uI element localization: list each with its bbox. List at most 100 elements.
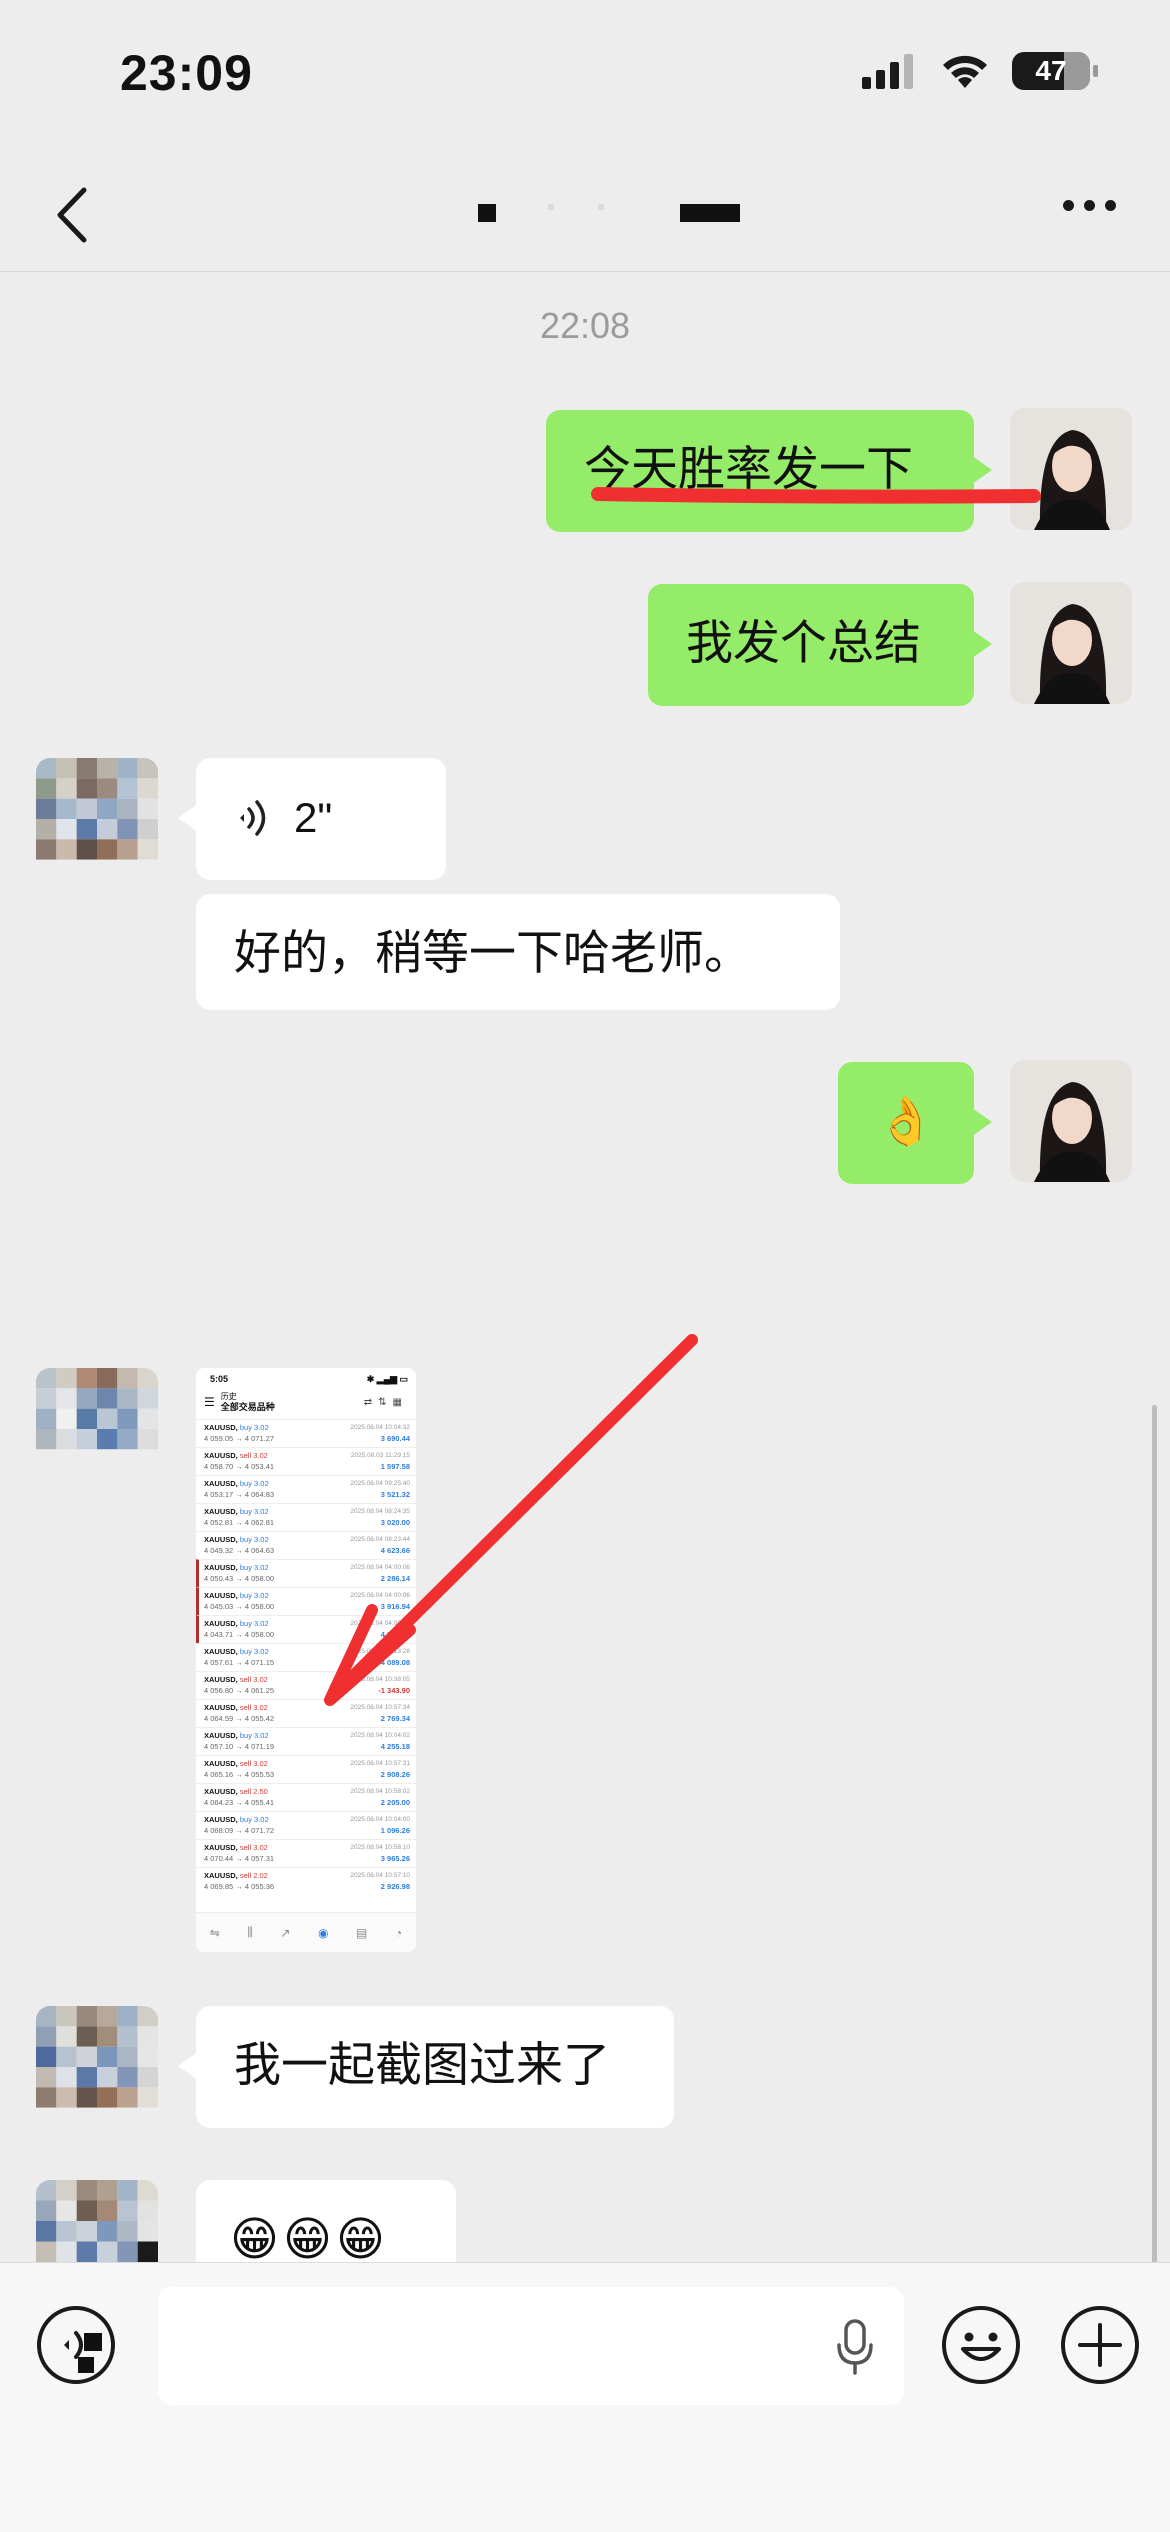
trade-date: 2025.08.04 04:00:06 <box>350 1620 410 1627</box>
message-input-bar <box>0 2262 1170 2532</box>
trade-side: sell 2.50 <box>239 1787 268 1796</box>
trade-profit: 4 315.58 <box>380 1630 410 1639</box>
trade-profit: -1 343.90 <box>378 1686 410 1695</box>
trade-date: 2025.08.04 04:00:06 <box>350 1592 410 1599</box>
trade-symbol: XAUUSD, <box>204 1479 238 1488</box>
contact-avatar[interactable] <box>36 758 158 880</box>
trade-profit: 3 916.94 <box>380 1602 410 1611</box>
trade-symbol: XAUUSD, <box>204 1675 238 1684</box>
trade-profit: 2 286.14 <box>380 1574 410 1583</box>
trade-profit: 2 908.26 <box>380 1770 410 1779</box>
trade-symbol: XAUUSD, <box>204 1871 238 1880</box>
trade-row: XAUUSD, buy 3.02 4 059.05 → 4 071.27 2025.… <box>196 1419 416 1447</box>
trade-symbol: XAUUSD, <box>204 1759 238 1768</box>
trade-date: 2025.08.04 08:23:44 <box>350 1536 410 1543</box>
trade-prices: 4 059.05 → 4 071.27 <box>204 1434 275 1443</box>
incoming-message[interactable]: 好的，稍等一下哈老师。 <box>196 894 840 1010</box>
my-avatar[interactable] <box>1010 582 1132 704</box>
trade-date: 2025.08.04 10:58:02 <box>350 1788 410 1795</box>
trade-symbol: XAUUSD, <box>204 1591 238 1600</box>
incoming-message[interactable]: 😁😁😁 <box>196 2180 456 2262</box>
trade-profit: 2 205.00 <box>380 1798 410 1807</box>
chat-nav-bar <box>0 160 1170 272</box>
incoming-message-clip: 😁😁😁 <box>196 2180 456 2262</box>
news-tab-icon: ▤ <box>356 1925 368 1940</box>
signal-icon <box>862 54 913 89</box>
trade-profit: 2 926.98 <box>380 1882 410 1891</box>
trade-date: 2025.08.04 10:04:02 <box>350 1732 410 1739</box>
trade-side: buy 3.02 <box>239 1423 269 1432</box>
trade-row: XAUUSD, buy 3.02 4 050.43 → 4 058.00 2025.… <box>196 1559 416 1587</box>
chat-timestamp: 22:08 <box>539 305 631 346</box>
trade-row: XAUUSD, sell 2.50 4 064.23 → 4 055.41 2025… <box>196 1783 416 1811</box>
trade-symbol: XAUUSD, <box>204 1843 238 1852</box>
trade-date: 2025.08.04 10:57:31 <box>350 1760 410 1767</box>
outgoing-message[interactable]: 今天胜率发一下 <box>546 410 992 532</box>
message-text: 好的，稍等一下哈老师。 <box>234 926 751 981</box>
battery-icon: 47 <box>1012 52 1098 90</box>
trade-side: buy 3.02 <box>239 1647 269 1656</box>
trade-date: 2025.08.04 10:58:10 <box>350 1844 410 1851</box>
trade-side: buy 3.02 <box>239 1479 269 1488</box>
trade-side: buy 3.02 <box>239 1507 269 1516</box>
trade-date: 2025.08.04 04:00:06 <box>350 1564 410 1571</box>
trade-side: sell 3.02 <box>239 1703 268 1712</box>
trade-date: 2025.08.04 08:24:35 <box>350 1508 410 1515</box>
status-icons: 47 <box>862 52 1098 90</box>
emoji-icon[interactable] <box>939 2303 1023 2387</box>
trade-row: XAUUSD, buy 3.02 4 057.10 → 4 071.19 2025.… <box>196 1727 416 1755</box>
trade-tab-icon: ↗ <box>280 1925 291 1940</box>
trade-symbol: XAUUSD, <box>204 1647 238 1656</box>
contact-avatar[interactable] <box>36 2006 158 2128</box>
trade-prices: 4 045.03 → 4 058.00 <box>204 1602 275 1611</box>
scroll-indicator[interactable] <box>1152 1405 1157 2265</box>
trade-side: sell 3.02 <box>239 1759 268 1768</box>
voice-mode-icon[interactable] <box>34 2303 118 2387</box>
trade-symbol: XAUUSD, <box>204 1535 238 1544</box>
trade-date: 2025.08.04 10:13:28 <box>350 1648 410 1655</box>
history-tab-icon: ◉ <box>318 1925 329 1940</box>
trade-profit: 1 096.26 <box>380 1826 410 1835</box>
trade-symbol: XAUUSD, <box>204 1787 238 1796</box>
trade-row: XAUUSD, buy 3.02 4 057.61 → 4 071.15 2025.… <box>196 1643 416 1671</box>
trade-date: 2025.08.04 10:57:10 <box>350 1872 410 1879</box>
trade-symbol: XAUUSD, <box>204 1703 238 1712</box>
incoming-image-message[interactable]: 5:05 ✱ ▂▄▆ ▭ ☰ 历史 全部交易品种 ⇄⇅▦ XAUUSD, buy… <box>196 1368 416 1952</box>
microphone-icon[interactable] <box>834 2317 876 2377</box>
trade-profit: 3 521.32 <box>380 1490 410 1499</box>
trade-row: XAUUSD, buy 3.02 4 043.71 → 4 058.00 2025.… <box>196 1615 416 1643</box>
menu-icon: ☰ <box>204 1395 215 1409</box>
more-dots-icon[interactable] <box>1063 200 1116 211</box>
incoming-voice-message[interactable]: 2" <box>178 758 446 880</box>
trade-row: XAUUSD, buy 3.02 4 068.09 → 4 071.72 2025.… <box>196 1811 416 1839</box>
trade-prices: 4 070.44 → 4 057.31 <box>204 1854 275 1863</box>
trade-prices: 4 069.85 → 4 055.36 <box>204 1882 275 1891</box>
outgoing-message[interactable]: 👌 <box>838 1062 992 1184</box>
message-text-input[interactable] <box>158 2287 904 2405</box>
status-time: 23:09 <box>120 45 253 101</box>
trade-profit: 3 690.44 <box>380 1434 410 1443</box>
contact-avatar[interactable] <box>36 2180 158 2262</box>
trade-symbol: XAUUSD, <box>204 1423 238 1432</box>
my-avatar[interactable] <box>1010 1060 1132 1182</box>
trade-prices: 4 064.59 → 4 055.42 <box>204 1714 275 1723</box>
chevron-left-icon[interactable] <box>44 180 104 250</box>
contact-avatar[interactable] <box>36 1368 158 1490</box>
trade-date: 2025.08.04 10:04:00 <box>350 1816 410 1823</box>
trade-symbol: XAUUSD, <box>204 1731 238 1740</box>
outgoing-message[interactable]: 我发个总结 <box>648 584 992 706</box>
trade-row: XAUUSD, buy 3.02 4 052.81 → 4 062.81 2025.… <box>196 1503 416 1531</box>
voice-wave-icon <box>240 800 266 836</box>
trade-date: 2025.08.04 10:38:05 <box>350 1676 410 1683</box>
quotes-tab-icon: ⇋ <box>209 1925 220 1940</box>
redacted-chat-title <box>478 204 740 222</box>
incoming-message[interactable]: 我一起截图过来了 <box>178 2006 674 2128</box>
plus-circle-icon[interactable] <box>1058 2303 1142 2387</box>
trade-side: buy 3.02 <box>239 1731 269 1740</box>
voice-duration: 2" <box>294 794 333 841</box>
wifi-icon <box>943 55 987 88</box>
trade-profit: 4 623.66 <box>380 1546 410 1555</box>
my-avatar[interactable] <box>1010 408 1132 530</box>
trade-date: 2025.08.04 10:04:32 <box>350 1424 410 1431</box>
trade-row: XAUUSD, buy 3.02 4 045.03 → 4 058.00 2025.… <box>196 1587 416 1615</box>
